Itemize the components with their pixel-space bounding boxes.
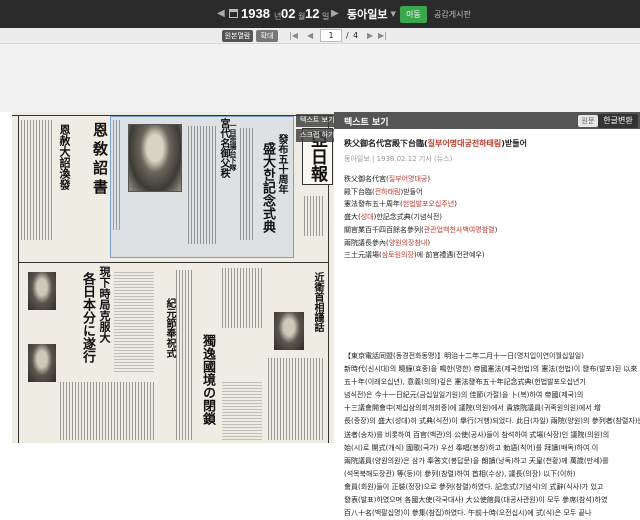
tab-korean[interactable]: 한글변환 (598, 114, 638, 128)
text-block (304, 196, 324, 236)
body-line: 送者(송자)를 비롯하여 百官(백관)의 公使(공사)들이 참석하여 式場(식장… (344, 430, 610, 439)
next-date-arrow-icon[interactable]: ▶ (331, 8, 339, 19)
text-block (222, 382, 262, 440)
body-line: 長(증장)의 盛大(성대)히 式典(식전)이 擧行(거행)되었다. 此日(차일)… (344, 417, 640, 426)
text-block (114, 272, 154, 372)
body-line: 發表(발표)하였으며 各國大使(각국대사) 大公使館員(대공사관원)이 모두 參… (344, 496, 608, 505)
day-unit: 일 (322, 12, 330, 21)
headline: 恩赦大詔渙發 (58, 124, 71, 190)
article-title-part: )받들어 (501, 139, 528, 148)
text-view-tab[interactable]: 텍스트 보기 (296, 114, 334, 127)
body-line: (석목북해도장관) 等(등)이 參列(참렬)하여 首相(수상), 議長(의장) … (344, 469, 576, 478)
body-line: 【東京電話同盟(동경전화동맹)】明治十二年二月十一日(명치입이연이월십일일) (344, 352, 584, 360)
text-view-panel: 텍스트 보기 원문 한글변환 秩父御名代宮殿下台臨(질부어명대궁전하태림)받들어… (334, 112, 640, 517)
newspaper-page-image[interactable]: 恩赦大詔渙發 恩敎詔書 宮代名御父秩 一目悲揚台下隊 盛大한記念式典 發布五十周… (12, 112, 334, 443)
headline: 現下時局克服大 (98, 266, 111, 343)
tab-original[interactable]: 원문 (578, 115, 598, 127)
body-line: 新時代(신시대)의 曉鐘(효종)을 鳴한(명한) 帝國憲法(제국헌법)의 憲法(… (344, 365, 638, 374)
text-block (21, 120, 53, 240)
body-line: 十三議會開會中(제십삼의회개회중)에 議院(의원)에서 貴族院議員(귀족원의원)… (344, 404, 601, 413)
text-block (60, 382, 156, 440)
headline: 紀元節奉祝式 (164, 298, 175, 358)
headline: 恩敎詔書 (91, 122, 109, 198)
move-button[interactable]: 이동 (400, 6, 427, 23)
rule (18, 262, 328, 263)
chevron-down-icon: ▼ (390, 10, 396, 18)
page-number-input[interactable]: 1 (320, 29, 342, 42)
headline: 發布五十周年 (276, 134, 287, 194)
article-title-reading: 질부어명대궁전하태림 (427, 139, 502, 148)
headline: 各日本分に遂行 (80, 272, 95, 363)
body-line: 五十年(이래오십년), 意義(의의)깊은 憲法發布五十年記念式典(헌법발포오십년… (344, 378, 586, 387)
panel-title: 텍스트 보기 (344, 118, 389, 128)
heading-line: 秩父御名代宮(질부어명대궁) (344, 175, 431, 183)
text-block (188, 126, 216, 244)
article-title-part: 秩父御名代宮殿下台臨( (344, 139, 428, 148)
page-separator: / (346, 31, 349, 40)
heading-line: 兩院議長參內(양원의장참내) (344, 238, 431, 247)
heading-line: 三土元議場(삼토원의장)에 前官禮遇(전관예우) (344, 251, 485, 260)
headline: 獨逸國境の閉鎖 (200, 334, 215, 425)
page-total: 4 (353, 31, 359, 40)
last-page-icon[interactable]: ▶| (378, 29, 387, 43)
heading-line: 殿下台臨(전하태림)받들어 (344, 187, 423, 196)
rule (18, 116, 19, 443)
scrap-tab[interactable]: 스크랩 하기 (296, 129, 334, 142)
prev-date-arrow-icon[interactable]: ◀ (217, 8, 225, 19)
prev-page-icon[interactable]: ◀ (307, 29, 313, 43)
text-block (240, 128, 254, 240)
panel-header: 텍스트 보기 원문 한글변환 (334, 112, 640, 129)
next-page-icon[interactable]: ▶ (367, 29, 373, 43)
newspaper-select[interactable]: 동아일보 ▼ (347, 6, 396, 22)
newspaper-name: 동아일보 (347, 8, 388, 21)
viewer-background (0, 44, 640, 112)
heading-line: 關官業百千四百餘名參列(관관업백천사백여명참렬) (344, 225, 498, 234)
person-photo (28, 272, 56, 310)
month-value[interactable]: 02 (281, 6, 295, 21)
calendar-icon[interactable] (229, 9, 238, 18)
text-block (268, 358, 324, 440)
heading-line: 憲法發布五十周年(헌법발포오십주년) (344, 200, 457, 209)
body-line: 始(시)로 開式(개식) 國歌(국가) 우선 奉唱(봉창)하고 勅語(칙어)를 … (344, 443, 599, 452)
body-line: 兩院議員(양원의원)은 삼가 奉答文(봉답문)을 朗讀(낭독)하고 天皇(천황)… (344, 456, 609, 465)
heading-line: 盛大(성대)한記念式典(기념식전) (344, 213, 443, 222)
body-line: 會員(회원)들이 正裝(정장)으로 參列(참렬)하였다. 記念式(기념식)의 式… (344, 482, 604, 491)
year-value[interactable]: 1938 (241, 6, 270, 21)
article-meta: 동아일보 | 1938.02.12 기사 (뉴스) (344, 155, 453, 163)
article-heading-lines: 秩父御名代宮(질부어명대궁) 殿下台臨(전하태림)받들어 憲法發布五十周年(헌법… (344, 173, 497, 262)
day-value[interactable]: 12 (305, 6, 319, 21)
text-block (176, 270, 192, 440)
article-body: 【東京電話同盟(동경전화동맹)】明治十二年二月十一日(명치입이연이월십일일) 新… (344, 350, 640, 520)
original-view-button[interactable]: 원본열람 (222, 30, 253, 42)
zoom-button[interactable]: 확대 (256, 30, 278, 42)
board-link[interactable]: 공감게시판 (434, 9, 471, 20)
article-title: 秩父御名代宮殿下台臨(질부어명대궁전하태림)받들어 (344, 138, 527, 149)
person-photo (274, 312, 304, 350)
person-photo (28, 344, 56, 382)
text-block (222, 268, 262, 328)
first-page-icon[interactable]: |◀ (289, 29, 298, 43)
headline: 一目悲揚台下隊 (229, 122, 238, 171)
body-line: 념식전)은 今十一日紀元(금십일일기원)의 佳節(가절)을 卜(복)하여 帝國(… (344, 391, 584, 400)
body-line: 百八十名(백팔십명)이 參集(참집)하였다. 午前十時(오전십시)에 式(식)은… (344, 509, 592, 518)
top-navigation-bar: ◀ 1938 년 02 월 12 일 ▶ 동아일보 ▼ 이동 공감게시판 (0, 0, 640, 28)
emperor-portrait (128, 124, 182, 192)
viewer-toolbar: 원본열람 확대 |◀ ◀ 1 / 4 ▶ ▶| (0, 28, 640, 44)
headline: 近衛首相謹話 (312, 272, 323, 332)
